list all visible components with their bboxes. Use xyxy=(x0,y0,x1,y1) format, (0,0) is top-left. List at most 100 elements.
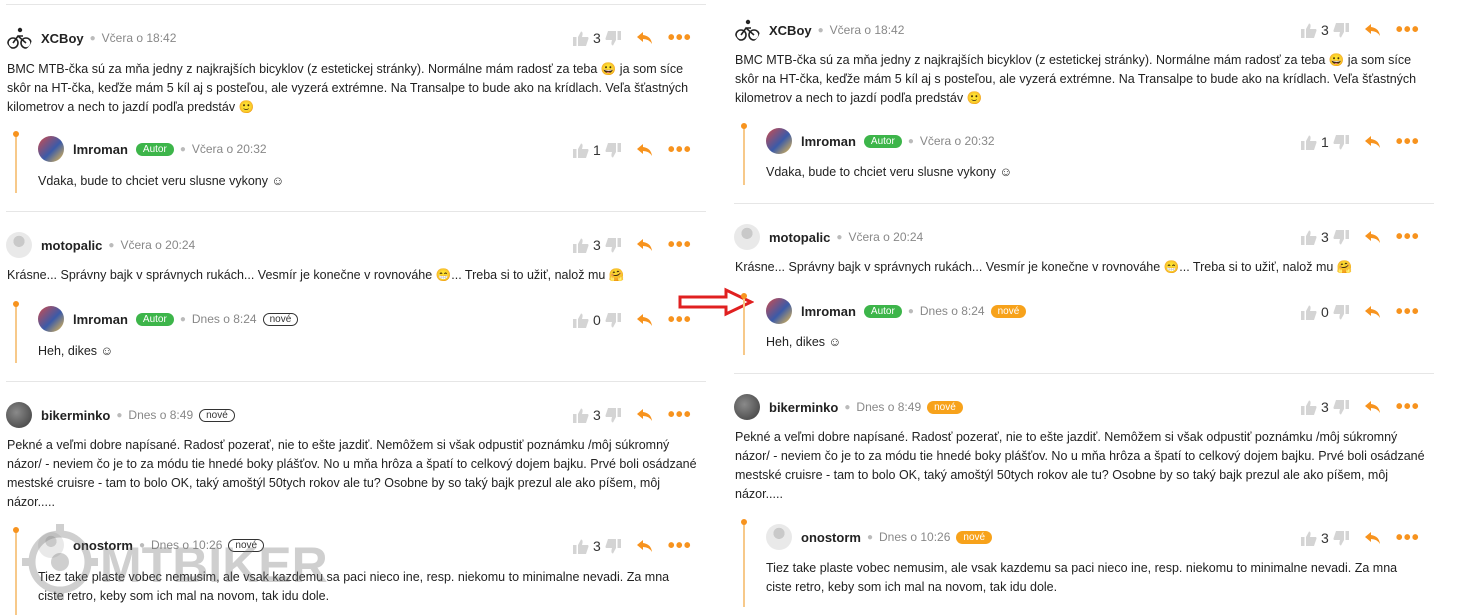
more-options-icon[interactable]: ••• xyxy=(668,235,692,255)
thumbs-up-icon[interactable] xyxy=(1300,134,1318,150)
more-options-icon[interactable]: ••• xyxy=(668,405,692,425)
reply-thread-line xyxy=(741,519,747,607)
avatar[interactable] xyxy=(6,232,32,258)
new-badge: nové xyxy=(927,400,963,414)
comment-header: motopalic ● Včera o 20:24 xyxy=(6,232,196,258)
thumbs-up-icon[interactable] xyxy=(1300,304,1318,320)
username[interactable]: bikerminko xyxy=(41,408,110,423)
divider xyxy=(734,203,1434,204)
username[interactable]: XCBoy xyxy=(769,23,812,38)
avatar[interactable] xyxy=(38,136,64,162)
reply-icon[interactable] xyxy=(636,312,654,328)
more-options-icon[interactable]: ••• xyxy=(1396,397,1420,417)
thumbs-down-icon[interactable] xyxy=(604,538,622,554)
more-options-icon[interactable]: ••• xyxy=(668,140,692,160)
username[interactable]: lmroman xyxy=(801,134,856,149)
username[interactable]: XCBoy xyxy=(41,31,84,46)
more-options-icon[interactable]: ••• xyxy=(1396,20,1420,40)
separator-dot: ● xyxy=(907,135,914,147)
comment-text: BMC MTB-čka sú za mňa jedny z najkrajšíc… xyxy=(7,62,689,114)
avatar[interactable] xyxy=(6,25,32,51)
comment-actions: 3 ••• xyxy=(572,405,692,425)
reply-icon[interactable] xyxy=(1364,530,1382,546)
new-badge: nové xyxy=(199,408,235,422)
author-badge: Autor xyxy=(863,304,902,318)
separator-dot: ● xyxy=(866,531,873,543)
divider xyxy=(6,211,706,212)
comment-text: Pekné a veľmi dobre napísané. Radosť poz… xyxy=(7,438,697,509)
avatar[interactable] xyxy=(734,224,760,250)
separator-dot: ● xyxy=(179,143,186,155)
username[interactable]: lmroman xyxy=(73,142,128,157)
reply-icon[interactable] xyxy=(1364,399,1382,415)
reply-thread-line xyxy=(741,293,747,355)
timestamp: Dnes o 8:49 xyxy=(856,400,922,414)
avatar[interactable] xyxy=(734,17,760,43)
thumbs-down-icon[interactable] xyxy=(1332,229,1350,245)
divider xyxy=(6,381,706,382)
more-options-icon[interactable]: ••• xyxy=(1396,227,1420,247)
thumbs-up-icon[interactable] xyxy=(1300,530,1318,546)
reply-icon[interactable] xyxy=(636,142,654,158)
avatar[interactable] xyxy=(766,298,792,324)
thumbs-up-icon[interactable] xyxy=(572,142,590,158)
thumbs-up-icon[interactable] xyxy=(572,407,590,423)
thumbs-down-icon[interactable] xyxy=(604,407,622,423)
author-badge: Autor xyxy=(135,312,174,326)
thumbs-down-icon[interactable] xyxy=(1332,134,1350,150)
thumbs-up-icon[interactable] xyxy=(572,237,590,253)
reply-icon[interactable] xyxy=(636,407,654,423)
vote-count: 3 xyxy=(593,407,601,423)
timestamp: Dnes o 8:24 xyxy=(919,304,985,318)
thumbs-down-icon[interactable] xyxy=(1332,399,1350,415)
thumbs-up-icon[interactable] xyxy=(1300,22,1318,38)
timestamp: Včera o 20:32 xyxy=(191,142,267,156)
thumbs-down-icon[interactable] xyxy=(604,142,622,158)
more-options-icon[interactable]: ••• xyxy=(1396,132,1420,152)
thumbs-down-icon[interactable] xyxy=(604,312,622,328)
avatar[interactable] xyxy=(38,306,64,332)
thumbs-up-icon[interactable] xyxy=(572,538,590,554)
username[interactable]: onostorm xyxy=(801,530,861,545)
avatar[interactable] xyxy=(766,128,792,154)
more-options-icon[interactable]: ••• xyxy=(1396,302,1420,322)
reply-icon[interactable] xyxy=(636,538,654,554)
username[interactable]: motopalic xyxy=(769,230,830,245)
reply-thread-line xyxy=(741,123,747,185)
thumbs-down-icon[interactable] xyxy=(1332,22,1350,38)
thumbs-down-icon[interactable] xyxy=(1332,530,1350,546)
reply-icon[interactable] xyxy=(1364,229,1382,245)
thumbs-down-icon[interactable] xyxy=(604,237,622,253)
reply-icon[interactable] xyxy=(636,30,654,46)
vote-count: 3 xyxy=(1321,229,1329,245)
thumbs-down-icon[interactable] xyxy=(604,30,622,46)
thumbs-up-icon[interactable] xyxy=(572,30,590,46)
more-options-icon[interactable]: ••• xyxy=(1396,528,1420,548)
reply-icon[interactable] xyxy=(1364,22,1382,38)
more-options-icon[interactable]: ••• xyxy=(668,536,692,556)
thumbs-down-icon[interactable] xyxy=(1332,304,1350,320)
reply-icon[interactable] xyxy=(1364,304,1382,320)
timestamp: Včera o 20:32 xyxy=(919,134,995,148)
reply-icon[interactable] xyxy=(1364,134,1382,150)
username[interactable]: bikerminko xyxy=(769,400,838,415)
timestamp: Včera o 20:24 xyxy=(120,238,196,252)
comment-text: Heh, dikes ☺ xyxy=(38,344,114,358)
username[interactable]: lmroman xyxy=(801,304,856,319)
avatar[interactable] xyxy=(6,402,32,428)
comment-text: Tiez take plaste vobec nemusim, ale vsak… xyxy=(766,561,1398,594)
reply-icon[interactable] xyxy=(636,237,654,253)
avatar[interactable] xyxy=(766,524,792,550)
thumbs-up-icon[interactable] xyxy=(572,312,590,328)
vote-count: 3 xyxy=(593,237,601,253)
username[interactable]: lmroman xyxy=(73,312,128,327)
username[interactable]: motopalic xyxy=(41,238,102,253)
more-options-icon[interactable]: ••• xyxy=(668,28,692,48)
thumbs-up-icon[interactable] xyxy=(1300,399,1318,415)
avatar[interactable] xyxy=(734,394,760,420)
thumbs-up-icon[interactable] xyxy=(1300,229,1318,245)
comment-actions: 3 ••• xyxy=(1300,20,1420,40)
comment-actions: 3 ••• xyxy=(1300,227,1420,247)
comment-text: Vdaka, bude to chciet veru slusne vykony… xyxy=(766,165,1013,179)
author-badge: Autor xyxy=(863,134,902,148)
